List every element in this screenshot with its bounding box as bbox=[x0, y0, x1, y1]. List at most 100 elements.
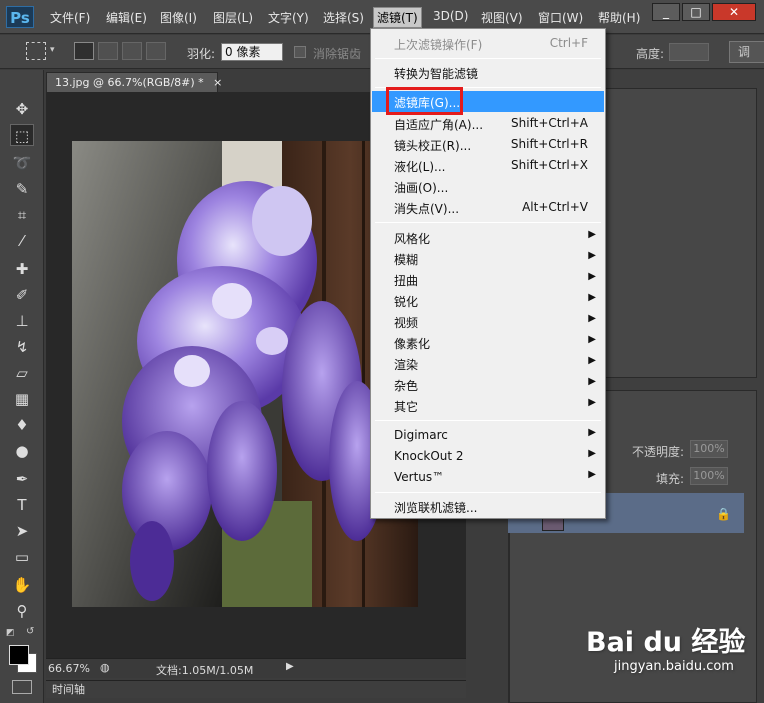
menu-file[interactable]: 文件(F) bbox=[50, 9, 90, 26]
healing-brush-tool-icon[interactable]: ✚ bbox=[10, 258, 34, 280]
submenu-arrow-icon: ▶ bbox=[588, 271, 596, 282]
menu-item-shortcut: Shift+Ctrl+R bbox=[510, 137, 588, 151]
add-selection-icon[interactable] bbox=[98, 42, 118, 60]
maximize-icon[interactable]: □ bbox=[682, 3, 710, 21]
height-input[interactable] bbox=[669, 43, 709, 61]
menu-window[interactable]: 窗口(W) bbox=[538, 9, 583, 26]
close-icon[interactable]: ✕ bbox=[712, 3, 756, 21]
menu-item-vanishing-point[interactable]: 消失点(V)... Alt+Ctrl+V bbox=[372, 197, 604, 218]
menu-type[interactable]: 文字(Y) bbox=[268, 9, 309, 26]
menu-item-last-filter: 上次滤镜操作(F) Ctrl+F bbox=[372, 33, 604, 54]
minimize-icon[interactable]: _ bbox=[652, 3, 680, 21]
submenu-arrow-icon: ▶ bbox=[588, 292, 596, 303]
marquee-tool-icon[interactable]: ⬚ bbox=[10, 124, 34, 146]
path-select-tool-icon[interactable]: ➤ bbox=[10, 520, 34, 542]
quick-mask-icon[interactable] bbox=[12, 680, 32, 694]
lock-icon: 🔒 bbox=[716, 507, 731, 521]
rectangle-tool-icon[interactable]: ▭ bbox=[10, 546, 34, 568]
menu-item-lens-correction[interactable]: 镜头校正(R)... Shift+Ctrl+R bbox=[372, 134, 604, 155]
opacity-input[interactable]: 100% bbox=[690, 440, 728, 458]
fill-input[interactable]: 100% bbox=[690, 467, 728, 485]
opacity-label: 不透明度: bbox=[632, 445, 685, 459]
chevron-down-icon[interactable]: ▾ bbox=[50, 45, 55, 55]
hand-tool-icon[interactable]: ✋ bbox=[10, 574, 34, 596]
lasso-tool-icon[interactable]: ➰ bbox=[10, 152, 34, 174]
stamp-tool-icon[interactable]: ⊥ bbox=[10, 310, 34, 332]
adjust-edge-button[interactable]: 调 bbox=[729, 41, 764, 63]
feather-label: 羽化: bbox=[187, 47, 216, 61]
crop-tool-icon[interactable]: ⌗ bbox=[10, 204, 34, 226]
menu-item-label: 其它 bbox=[394, 400, 419, 414]
menu-item-noise[interactable]: 杂色 ▶ bbox=[372, 374, 604, 395]
menu-filter[interactable]: 滤镜(T) bbox=[373, 7, 422, 28]
blur-tool-icon[interactable]: ♦ bbox=[10, 414, 34, 436]
menu-edit[interactable]: 编辑(E) bbox=[106, 9, 147, 26]
move-tool-icon[interactable]: ✥ bbox=[10, 98, 34, 120]
timeline-label: 时间轴 bbox=[52, 683, 85, 696]
menu-item-pixelate[interactable]: 像素化 ▶ bbox=[372, 332, 604, 353]
submenu-arrow-icon: ▶ bbox=[588, 427, 596, 438]
menu-image[interactable]: 图像(I) bbox=[160, 9, 197, 26]
eraser-tool-icon[interactable]: ▱ bbox=[10, 362, 34, 384]
menu-item-browse-online-filters[interactable]: 浏览联机滤镜... bbox=[372, 496, 604, 517]
menu-item-label: 油画(O)... bbox=[394, 181, 449, 195]
zoom-level[interactable]: 66.67% bbox=[48, 662, 90, 675]
submenu-arrow-icon: ▶ bbox=[588, 355, 596, 366]
menu-item-oil-paint[interactable]: 油画(O)... bbox=[372, 176, 604, 197]
menu-item-render[interactable]: 渲染 ▶ bbox=[372, 353, 604, 374]
menu-item-vertus[interactable]: Vertus™ ▶ bbox=[372, 467, 604, 488]
submenu-arrow-icon: ▶ bbox=[588, 376, 596, 387]
menu-item-label: 消失点(V)... bbox=[394, 202, 460, 216]
brush-tool-icon[interactable]: ✐ bbox=[10, 284, 34, 306]
wisteria-photo bbox=[72, 141, 418, 607]
submenu-arrow-icon: ▶ bbox=[588, 229, 596, 240]
menu-item-sharpen[interactable]: 锐化 ▶ bbox=[372, 290, 604, 311]
default-colors-icon[interactable]: ◩ bbox=[6, 628, 15, 638]
menu-item-label: 像素化 bbox=[394, 337, 431, 351]
quick-select-tool-icon[interactable]: ✎ bbox=[10, 178, 34, 200]
menu-item-adaptive-wide-angle[interactable]: 自适应广角(A)... Shift+Ctrl+A bbox=[372, 113, 604, 134]
eyedropper-tool-icon[interactable]: ⁄ bbox=[10, 230, 34, 252]
document-tab[interactable]: 13.jpg @ 66.7%(RGB/8#) * × bbox=[46, 72, 222, 92]
subtract-selection-icon[interactable] bbox=[122, 42, 142, 60]
type-tool-icon[interactable]: T bbox=[10, 494, 34, 516]
menu-layer[interactable]: 图层(L) bbox=[213, 9, 253, 26]
antialias-checkbox[interactable] bbox=[294, 46, 306, 58]
timeline-panel-tab[interactable]: 时间轴 bbox=[46, 680, 466, 698]
marquee-tool-preset-icon[interactable] bbox=[26, 42, 46, 60]
menu-item-label: 扭曲 bbox=[394, 274, 419, 288]
pen-tool-icon[interactable]: ✒ bbox=[10, 468, 34, 490]
menu-item-liquify[interactable]: 液化(L)... Shift+Ctrl+X bbox=[372, 155, 604, 176]
feather-input[interactable]: 0 像素 bbox=[221, 43, 283, 61]
menu-select[interactable]: 选择(S) bbox=[323, 9, 364, 26]
menu-item-label: 锐化 bbox=[394, 295, 419, 309]
document-tab-title: 13.jpg @ 66.7%(RGB/8#) * bbox=[55, 76, 204, 89]
menu-item-knockout[interactable]: KnockOut 2 ▶ bbox=[372, 446, 604, 467]
zoom-tool-icon[interactable]: ⚲ bbox=[10, 600, 34, 622]
watermark-logo-text: Bai du 经验 bbox=[586, 627, 746, 658]
menu-separator bbox=[375, 222, 601, 223]
status-menu-arrow-icon[interactable]: ▶ bbox=[286, 661, 294, 672]
menu-item-video[interactable]: 视频 ▶ bbox=[372, 311, 604, 332]
menu-view[interactable]: 视图(V) bbox=[481, 9, 523, 26]
share-icon[interactable]: ◍ bbox=[100, 661, 110, 674]
menu-item-distort[interactable]: 扭曲 ▶ bbox=[372, 269, 604, 290]
new-selection-icon[interactable] bbox=[74, 42, 94, 60]
menu-item-stylize[interactable]: 风格化 ▶ bbox=[372, 227, 604, 248]
menu-item-blur[interactable]: 模糊 ▶ bbox=[372, 248, 604, 269]
swap-colors-icon[interactable]: ↺ bbox=[26, 626, 34, 637]
menu-item-convert-smart-filter[interactable]: 转换为智能滤镜 bbox=[372, 62, 604, 83]
tab-close-icon[interactable]: × bbox=[213, 76, 222, 89]
intersect-selection-icon[interactable] bbox=[146, 42, 166, 60]
dodge-tool-icon[interactable]: ● bbox=[10, 440, 34, 462]
foreground-color-swatch[interactable] bbox=[9, 645, 29, 665]
history-brush-tool-icon[interactable]: ↯ bbox=[10, 336, 34, 358]
menu-3d[interactable]: 3D(D) bbox=[433, 9, 468, 23]
menu-item-digimarc[interactable]: Digimarc ▶ bbox=[372, 425, 604, 446]
submenu-arrow-icon: ▶ bbox=[588, 334, 596, 345]
menu-item-other[interactable]: 其它 ▶ bbox=[372, 395, 604, 416]
fill-label: 填充: bbox=[656, 472, 685, 486]
menu-help[interactable]: 帮助(H) bbox=[598, 9, 640, 26]
submenu-arrow-icon: ▶ bbox=[588, 448, 596, 459]
gradient-tool-icon[interactable]: ▦ bbox=[10, 388, 34, 410]
